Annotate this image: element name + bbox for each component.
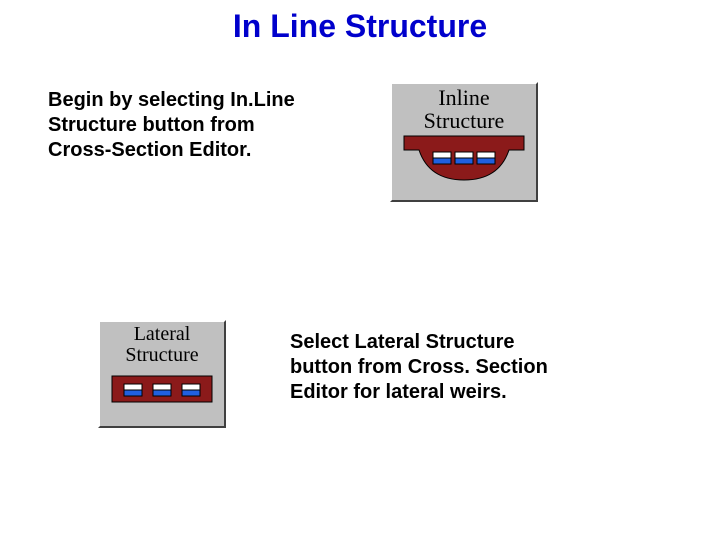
page-title: In Line Structure xyxy=(0,8,720,45)
inline-structure-label: Inline Structure xyxy=(392,84,536,132)
instruction-inline: Begin by selecting In.Line Structure but… xyxy=(48,88,318,163)
inline-structure-button[interactable]: Inline Structure xyxy=(390,82,538,202)
instruction-lateral: Select Lateral Structure button from Cro… xyxy=(290,330,580,405)
lateral-structure-button[interactable]: Lateral Structure xyxy=(98,320,226,428)
inline-structure-icon xyxy=(399,132,529,190)
lateral-structure-icon xyxy=(106,366,218,416)
lateral-structure-label: Lateral Structure xyxy=(100,322,224,366)
